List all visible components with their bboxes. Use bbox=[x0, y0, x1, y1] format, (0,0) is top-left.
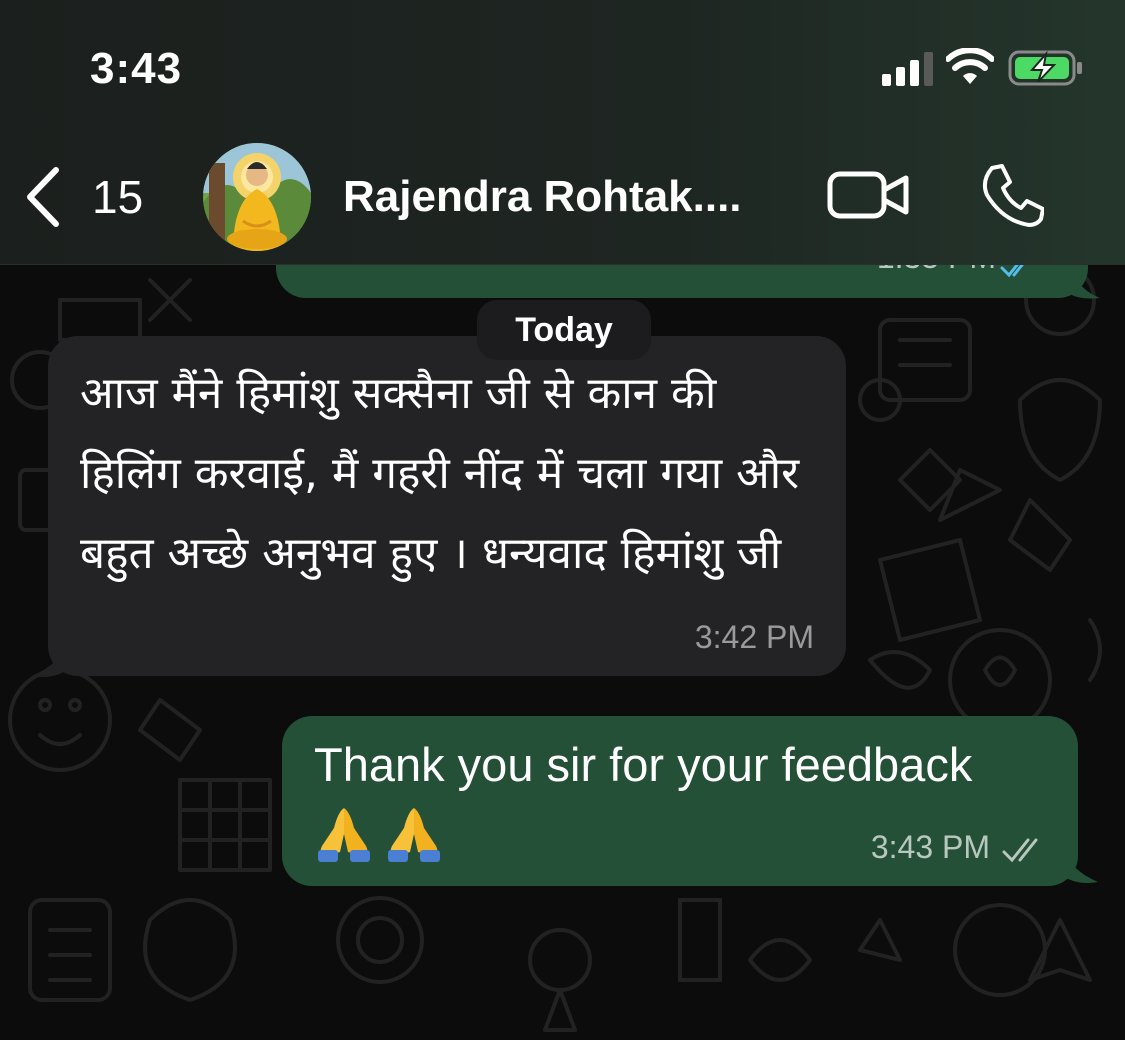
date-separator: Today bbox=[477, 300, 651, 360]
incoming-message[interactable]: आज मैंने हिमांशु सक्सैना जी से कान की हि… bbox=[48, 336, 846, 676]
phone-icon[interactable] bbox=[978, 162, 1044, 228]
status-bar-time: 3:43 bbox=[90, 44, 183, 93]
video-camera-icon[interactable] bbox=[826, 168, 910, 222]
message-text: Thank you sir for your feedback bbox=[314, 738, 973, 791]
battery-charging-icon bbox=[1008, 50, 1082, 86]
double-check-grey-icon bbox=[1002, 838, 1038, 863]
contact-name[interactable]: Rajendra Rohtak.... bbox=[343, 172, 742, 222]
message-time: 3:43 PM bbox=[870, 829, 990, 865]
message-time: 3:42 PM bbox=[694, 619, 814, 655]
signal-bars-icon bbox=[882, 52, 933, 86]
chat-screen: 1:35 PM 3:43 bbox=[0, 0, 1125, 1040]
folded-hands-icon bbox=[318, 808, 370, 862]
unread-count: 15 bbox=[92, 171, 144, 223]
bubble-tail bbox=[1070, 270, 1100, 299]
message-text: आज मैंने हिमांशु सक्सैना जी से कान की हि… bbox=[80, 368, 800, 579]
folded-hands-emoji bbox=[312, 802, 446, 862]
folded-hands-icon bbox=[388, 808, 440, 862]
contact-avatar[interactable] bbox=[203, 143, 311, 251]
chat-header: 3:43 15 Rajendra Rohtak.... bbox=[0, 0, 1125, 265]
wifi-icon bbox=[946, 48, 994, 84]
outgoing-message[interactable]: Thank you sir for your feedback 3:43 PM bbox=[282, 716, 1078, 886]
avatar-image bbox=[203, 143, 311, 251]
back-button[interactable]: 15 bbox=[22, 162, 143, 232]
chevron-left-icon bbox=[27, 167, 59, 227]
